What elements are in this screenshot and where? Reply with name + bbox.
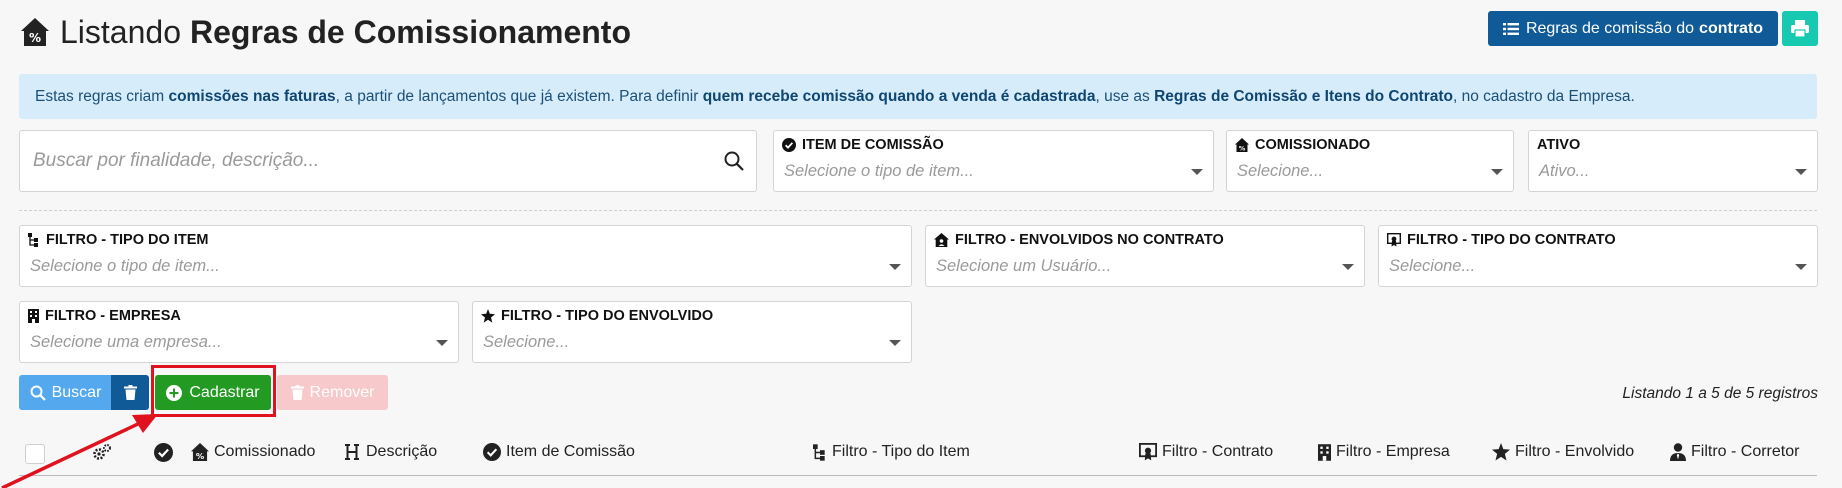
- filtro-tipo-envolvido-placeholder: Selecione...: [483, 333, 570, 351]
- col-tipo-item-label: Filtro - Tipo do Item: [832, 443, 970, 460]
- col-contrato[interactable]: Filtro - Contrato: [1139, 440, 1273, 464]
- filtro-tipo-envolvido-select[interactable]: FILTRO - TIPO DO ENVOLVIDO Selecione...: [472, 301, 912, 363]
- printer-icon: [1791, 20, 1809, 37]
- filtro-empresa-select[interactable]: FILTRO - EMPRESA Selecione uma empresa..…: [19, 301, 459, 363]
- item-comissao-placeholder: Selecione o tipo de item...: [784, 162, 974, 180]
- chevron-down-icon: [1191, 169, 1203, 175]
- col-envolvido-label: Filtro - Envolvido: [1515, 443, 1635, 460]
- certificate-icon: [1139, 443, 1157, 461]
- check-circle-icon: [782, 138, 796, 152]
- col-comissionado-label: Comissionado: [214, 443, 316, 460]
- info-bold-1: comissões nas faturas: [168, 87, 336, 105]
- chevron-down-icon: [889, 264, 901, 270]
- col-item-comissao[interactable]: Item de Comissão: [483, 440, 635, 464]
- col-comissionado[interactable]: % Comissionado: [191, 440, 315, 464]
- col-descricao-label: Descrição: [366, 443, 438, 460]
- col-descricao[interactable]: Descrição: [343, 440, 437, 464]
- col-envolvido[interactable]: Filtro - Envolvido: [1492, 440, 1634, 464]
- col-contrato-label: Filtro - Contrato: [1162, 443, 1274, 460]
- col-item-comissao-label: Item de Comissão: [506, 443, 635, 460]
- col-corretor-label: Filtro - Corretor: [1691, 443, 1800, 460]
- ativo-placeholder: Ativo...: [1539, 162, 1590, 180]
- contract-rules-button[interactable]: Regras de comissão do contrato: [1488, 11, 1778, 46]
- chevron-down-icon: [1342, 264, 1354, 270]
- svg-text:%: %: [196, 451, 205, 461]
- check-circle-icon: [483, 443, 501, 461]
- col-empresa-label: Filtro - Empresa: [1336, 443, 1450, 460]
- building-icon: [28, 309, 39, 323]
- filtro-tipo-item-select[interactable]: FILTRO - TIPO DO ITEM Selecione o tipo d…: [19, 225, 912, 287]
- house-percent-icon: %: [191, 443, 209, 461]
- chevron-down-icon: [1795, 264, 1807, 270]
- user-tie-icon: [1670, 443, 1686, 461]
- list-icon: [1502, 22, 1519, 35]
- chevron-down-icon: [889, 340, 901, 346]
- filtro-envolvidos-select[interactable]: FILTRO - ENVOLVIDOS NO CONTRATO Selecion…: [925, 225, 1365, 287]
- search-placeholder: Buscar por finalidade, descrição...: [33, 150, 320, 171]
- ativo-label: ATIVO: [1537, 137, 1581, 153]
- chevron-down-icon: [1491, 169, 1503, 175]
- filtro-tipo-contrato-label: FILTRO - TIPO DO CONTRATO: [1407, 232, 1616, 248]
- chevron-down-icon: [436, 340, 448, 346]
- house-percent-icon: %: [1235, 138, 1249, 152]
- search-icon: [724, 151, 744, 171]
- contract-rules-label: Regras de comissão do: [1525, 19, 1695, 37]
- trash-icon: [290, 385, 304, 400]
- filtro-empresa-placeholder: Selecione uma empresa...: [30, 333, 222, 351]
- svg-text:%: %: [1239, 145, 1246, 153]
- cadastrar-button[interactable]: Cadastrar: [155, 375, 271, 410]
- heading-icon: [345, 444, 359, 460]
- svg-text:%: %: [29, 31, 41, 45]
- info-bold-3: Regras de Comissão e Itens do Contrato: [1154, 87, 1453, 105]
- filtro-envolvidos-label: FILTRO - ENVOLVIDOS NO CONTRATO: [955, 232, 1224, 248]
- remover-label: Remover: [309, 383, 375, 401]
- info-text-3: , use as: [1095, 87, 1150, 105]
- contract-rules-label-bold: contrato: [1699, 19, 1764, 37]
- house-user-icon: [934, 233, 949, 247]
- print-button[interactable]: [1782, 11, 1818, 46]
- star-icon: [481, 309, 495, 323]
- col-corretor[interactable]: Filtro - Corretor: [1670, 440, 1799, 464]
- item-comissao-select[interactable]: ITEM DE COMISSÃO Selecione o tipo de ite…: [773, 130, 1214, 192]
- cadastrar-label: Cadastrar: [189, 383, 260, 401]
- item-comissao-label: ITEM DE COMISSÃO: [802, 137, 944, 153]
- page-title-bold: Regras de Comissionamento: [189, 13, 631, 50]
- ativo-select[interactable]: ATIVO Ativo...: [1528, 130, 1818, 192]
- record-count: Listando 1 a 5 de 5 registros: [1622, 385, 1818, 402]
- page-title-prefix: Listando: [60, 13, 181, 50]
- comissionado-select[interactable]: % COMISSIONADO Selecione...: [1226, 130, 1514, 192]
- filtro-tipo-item-label: FILTRO - TIPO DO ITEM: [46, 232, 209, 248]
- remover-button[interactable]: Remover: [277, 375, 388, 410]
- filtro-tipo-envolvido-label: FILTRO - TIPO DO ENVOLVIDO: [501, 308, 714, 324]
- filtro-tipo-item-placeholder: Selecione o tipo de item...: [30, 257, 220, 275]
- col-tipo-item[interactable]: Filtro - Tipo do Item: [813, 440, 970, 464]
- info-text-1: Estas regras criam: [35, 87, 165, 105]
- house-percent-icon: %: [21, 18, 49, 46]
- info-bold-2: quem recebe comissão quando a venda é ca…: [702, 87, 1096, 105]
- info-text-4: , no cadastro da Empresa.: [1452, 87, 1635, 105]
- sitemap-icon: [28, 233, 38, 247]
- sitemap-icon: [813, 443, 825, 461]
- col-empresa[interactable]: Filtro - Empresa: [1318, 440, 1450, 464]
- star-icon: [1492, 443, 1510, 461]
- filter-divider: [19, 210, 1817, 211]
- filtro-empresa-label: FILTRO - EMPRESA: [45, 308, 181, 324]
- search-input[interactable]: Buscar por finalidade, descrição...: [19, 130, 757, 192]
- comissionado-placeholder: Selecione...: [1237, 162, 1324, 180]
- comissionado-label: COMISSIONADO: [1255, 137, 1371, 153]
- chevron-down-icon: [1795, 169, 1807, 175]
- table-header-divider: [19, 475, 1817, 476]
- page-title: % Listando Regras de Comissionamento: [20, 10, 631, 54]
- certificate-icon: [1387, 233, 1401, 247]
- info-banner: Estas regras criam comissões nas faturas…: [19, 74, 1817, 119]
- annotation-arrow-icon: [1, 414, 158, 488]
- filtro-envolvidos-placeholder: Selecione um Usuário...: [936, 257, 1112, 275]
- filtro-tipo-contrato-select[interactable]: FILTRO - TIPO DO CONTRATO Selecione...: [1378, 225, 1818, 287]
- info-text-2: , a partir de lançamentos que já existem…: [335, 87, 699, 105]
- filtro-tipo-contrato-placeholder: Selecione...: [1389, 257, 1476, 275]
- building-icon: [1318, 443, 1331, 461]
